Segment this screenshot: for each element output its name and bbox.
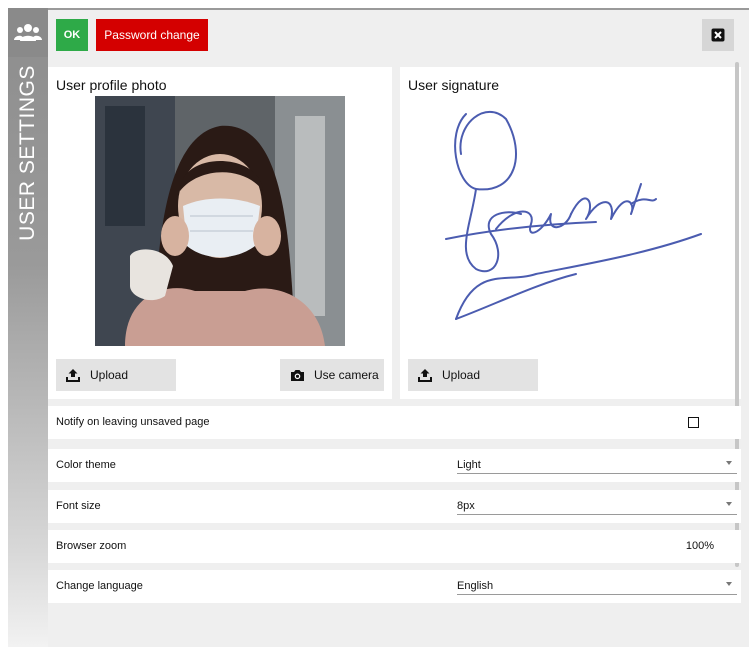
color-theme-row: Color theme Light — [48, 449, 741, 482]
language-row: Change language English — [48, 570, 741, 603]
color-theme-select[interactable]: Light — [457, 459, 481, 471]
close-icon — [711, 28, 725, 42]
toolbar: OK Password change — [48, 10, 749, 66]
signature-card: User signature Upload — [400, 67, 741, 399]
signature-upload-button[interactable]: Upload — [408, 359, 538, 391]
sidebar-title: USER SETTINGS — [16, 65, 40, 241]
notify-label: Notify on leaving unsaved page — [56, 416, 210, 428]
password-change-button[interactable]: Password change — [96, 19, 208, 51]
browser-zoom-row: Browser zoom 100% — [48, 530, 741, 563]
font-size-underline — [457, 514, 737, 515]
upload-icon — [65, 367, 81, 383]
chevron-down-icon[interactable] — [726, 582, 732, 586]
browser-zoom-label: Browser zoom — [56, 540, 127, 552]
font-size-label: Font size — [56, 500, 101, 512]
profile-photo — [95, 96, 345, 346]
notify-checkbox[interactable] — [688, 417, 699, 428]
chevron-down-icon[interactable] — [726, 461, 732, 465]
color-theme-underline — [457, 473, 737, 474]
ok-button[interactable]: OK — [56, 19, 88, 51]
use-camera-label: Use camera — [314, 368, 379, 382]
browser-zoom-value: 100% — [685, 540, 714, 552]
font-size-row: Font size 8px — [48, 490, 741, 523]
language-label: Change language — [56, 580, 143, 592]
signature-image — [445, 111, 702, 320]
photo-upload-label: Upload — [90, 368, 129, 382]
upload-icon — [417, 367, 433, 383]
photo-upload-button[interactable]: Upload — [56, 359, 176, 391]
language-select[interactable]: English — [457, 580, 493, 592]
notify-row: Notify on leaving unsaved page — [48, 406, 741, 439]
profile-photo-card: User profile photo Upload Use camera — [48, 67, 392, 399]
chevron-down-icon[interactable] — [726, 502, 732, 506]
color-theme-label: Color theme — [56, 459, 116, 471]
sidebar-title-container: USER SETTINGS — [8, 63, 48, 243]
use-camera-button[interactable]: Use camera — [280, 359, 384, 391]
font-size-select[interactable]: 8px — [457, 500, 475, 512]
close-button[interactable] — [702, 19, 734, 51]
sidebar-strip: USER SETTINGS — [8, 8, 48, 647]
signature-upload-label: Upload — [442, 368, 481, 382]
language-underline — [457, 594, 737, 595]
profile-photo-title: User profile photo — [56, 77, 167, 93]
users-icon[interactable] — [8, 8, 48, 57]
user-settings-window: USER SETTINGS OK Password change User pr… — [0, 0, 749, 647]
camera-icon — [289, 367, 305, 383]
signature-title: User signature — [408, 77, 500, 93]
